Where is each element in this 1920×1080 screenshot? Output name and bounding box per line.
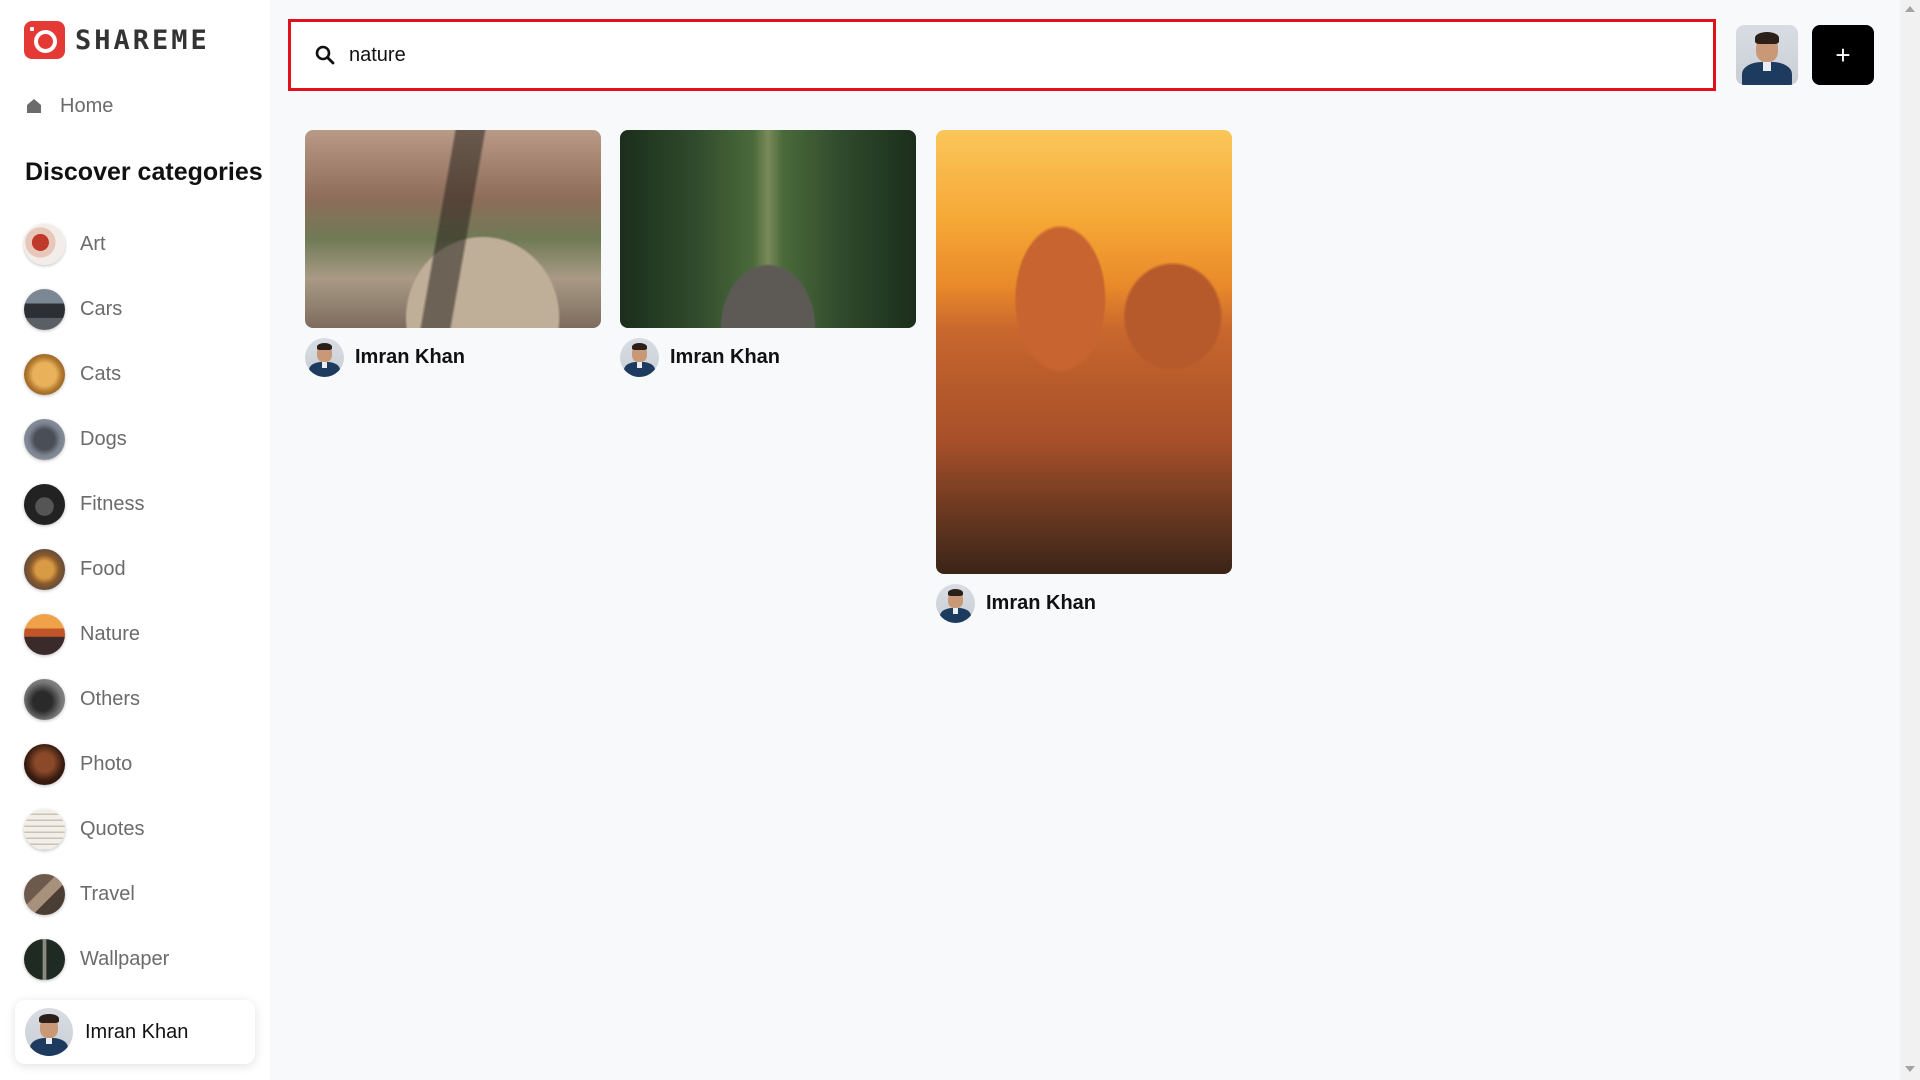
category-item-cats[interactable]: Cats bbox=[24, 342, 270, 407]
category-item-food[interactable]: Food bbox=[24, 537, 270, 602]
category-fitness-thumbnail bbox=[24, 484, 65, 525]
pin-card[interactable]: Imran Khan bbox=[620, 130, 916, 377]
pin-author[interactable]: Imran Khan bbox=[936, 584, 1232, 623]
pin-card[interactable]: Imran Khan bbox=[936, 130, 1232, 623]
category-cats-thumbnail bbox=[24, 354, 65, 395]
avatar bbox=[305, 338, 344, 377]
category-label: Photo bbox=[80, 753, 133, 775]
category-label: Dogs bbox=[80, 428, 127, 450]
pin-image-forest-bridge[interactable] bbox=[620, 130, 916, 328]
page-scrollbar[interactable] bbox=[1900, 0, 1920, 1080]
category-others-thumbnail bbox=[24, 679, 65, 720]
category-label: Travel bbox=[80, 883, 135, 905]
pin-author-name: Imran Khan bbox=[986, 592, 1097, 614]
pin-card[interactable]: Imran Khan bbox=[305, 130, 601, 377]
user-profile-card[interactable]: Imran Khan bbox=[15, 1000, 255, 1064]
category-item-others[interactable]: Others bbox=[24, 667, 270, 732]
category-travel-thumbnail bbox=[24, 874, 65, 915]
category-dogs-thumbnail bbox=[24, 419, 65, 460]
category-quotes-thumbnail bbox=[24, 809, 65, 850]
category-label: Nature bbox=[80, 623, 141, 645]
home-link[interactable]: Home bbox=[26, 92, 113, 120]
category-list: Art Cars Cats Dogs Fitness Food Nature O… bbox=[24, 212, 270, 992]
scroll-down-arrow-icon[interactable] bbox=[1905, 1066, 1915, 1072]
avatar bbox=[936, 584, 975, 623]
logo[interactable]: SHAREME bbox=[24, 20, 210, 60]
category-item-cars[interactable]: Cars bbox=[24, 277, 270, 342]
camera-icon bbox=[24, 21, 65, 59]
category-label: Food bbox=[80, 558, 126, 580]
home-label: Home bbox=[60, 94, 114, 117]
category-item-fitness[interactable]: Fitness bbox=[24, 472, 270, 537]
search-input[interactable] bbox=[349, 35, 1649, 75]
category-item-photo[interactable]: Photo bbox=[24, 732, 270, 797]
app-root: SHAREME Home Discover categories Art Car… bbox=[0, 0, 1920, 1080]
category-item-quotes[interactable]: Quotes bbox=[24, 797, 270, 862]
pin-author[interactable]: Imran Khan bbox=[305, 338, 601, 377]
category-label: Fitness bbox=[80, 493, 145, 515]
search-icon bbox=[315, 45, 335, 65]
category-photo-thumbnail bbox=[24, 744, 65, 785]
category-item-wallpaper[interactable]: Wallpaper bbox=[24, 927, 270, 992]
category-label: Art bbox=[80, 233, 106, 255]
category-cars-thumbnail bbox=[24, 289, 65, 330]
category-wallpaper-thumbnail bbox=[24, 939, 65, 980]
category-nature-thumbnail bbox=[24, 614, 65, 655]
category-label: Others bbox=[80, 688, 141, 710]
header-avatar[interactable] bbox=[1736, 25, 1798, 85]
category-item-art[interactable]: Art bbox=[24, 212, 270, 277]
search-bar[interactable] bbox=[288, 19, 1716, 91]
sidebar: SHAREME Home Discover categories Art Car… bbox=[0, 0, 270, 1080]
category-item-nature[interactable]: Nature bbox=[24, 602, 270, 667]
add-pin-button[interactable]: + bbox=[1812, 25, 1874, 85]
scroll-up-arrow-icon[interactable] bbox=[1905, 6, 1915, 12]
pin-image-hiker-canyon[interactable] bbox=[305, 130, 601, 328]
category-item-travel[interactable]: Travel bbox=[24, 862, 270, 927]
logo-text: SHAREME bbox=[75, 24, 210, 56]
avatar bbox=[25, 1008, 73, 1056]
pin-author-name: Imran Khan bbox=[355, 346, 466, 368]
category-label: Wallpaper bbox=[80, 948, 170, 970]
avatar bbox=[620, 338, 659, 377]
pin-image-desert-oryx-sunset[interactable] bbox=[936, 130, 1232, 574]
pin-author[interactable]: Imran Khan bbox=[620, 338, 916, 377]
category-label: Cats bbox=[80, 363, 122, 385]
category-item-dogs[interactable]: Dogs bbox=[24, 407, 270, 472]
discover-categories-title: Discover categories bbox=[25, 158, 263, 186]
pin-author-name: Imran Khan bbox=[670, 346, 781, 368]
category-food-thumbnail bbox=[24, 549, 65, 590]
home-icon bbox=[27, 99, 41, 113]
category-art-thumbnail bbox=[24, 224, 65, 265]
category-label: Cars bbox=[80, 298, 123, 320]
avatar bbox=[1736, 25, 1798, 85]
profile-name: Imran Khan bbox=[85, 1020, 189, 1043]
category-label: Quotes bbox=[80, 818, 145, 840]
